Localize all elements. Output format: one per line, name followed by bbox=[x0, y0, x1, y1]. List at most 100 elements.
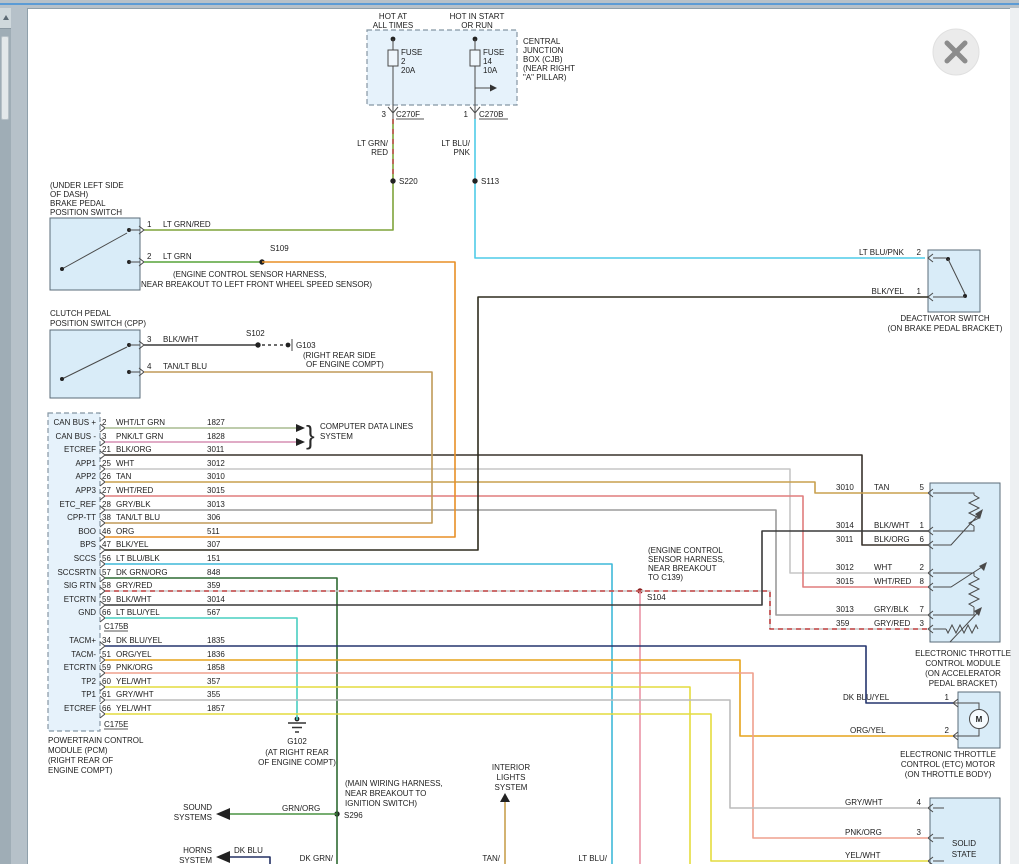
wire-tan-lt-blu bbox=[105, 372, 432, 523]
splice-dot-s102 bbox=[255, 342, 260, 347]
connector-pin: 3 bbox=[382, 110, 387, 119]
pcm-circuit-number: 307 bbox=[207, 540, 221, 549]
wire-dk-blu-yel bbox=[105, 646, 953, 703]
wire-label: PNK/ORG bbox=[845, 828, 882, 837]
splice-label: S102 bbox=[246, 329, 265, 338]
fuse-label: 14 bbox=[483, 57, 492, 66]
offpage-system-label: SYSTEM bbox=[495, 783, 528, 792]
wire-label: ORG/YEL bbox=[850, 726, 886, 735]
harness-note: (MAIN WIRING HARNESS, bbox=[345, 779, 443, 788]
splice-label: S104 bbox=[647, 593, 666, 602]
component-title: POSITION SWITCH (CPP) bbox=[50, 319, 146, 328]
pcm-signal-name: SCCS bbox=[74, 554, 96, 563]
wire-label: LT BLU/PNK bbox=[859, 248, 905, 257]
pcm-circuit-number: 1836 bbox=[207, 650, 225, 659]
scroll-up-button[interactable] bbox=[0, 8, 11, 29]
component-title: (RIGHT REAR OF bbox=[48, 756, 113, 765]
arrow-up-icon bbox=[3, 15, 9, 20]
pcm-wire-color: YEL/WHT bbox=[116, 704, 152, 713]
scrollbar[interactable] bbox=[0, 8, 11, 864]
offpage-system-label: COMPUTER DATA LINES bbox=[320, 422, 413, 431]
pin-number: 1 bbox=[945, 693, 950, 702]
etc-pin-number: 7 bbox=[920, 605, 925, 614]
ground-label: G103 bbox=[296, 341, 316, 350]
component-title: STATE bbox=[952, 850, 977, 859]
wire-wht bbox=[105, 469, 928, 573]
pcm-circuit-number: 306 bbox=[207, 513, 221, 522]
wire-gry-red bbox=[105, 591, 928, 629]
pcm-signal-name: ETCRTN bbox=[64, 663, 97, 672]
pcm-wire-color: ORG/YEL bbox=[116, 650, 152, 659]
pcm-wire-color: DK BLU/YEL bbox=[116, 636, 163, 645]
component-title: BRAKE PEDAL bbox=[50, 199, 106, 208]
harness-note: (ENGINE CONTROL bbox=[648, 546, 723, 555]
pcm-pin-number: 60 bbox=[102, 677, 111, 686]
pcm-wire-color: LT BLU/BLK bbox=[116, 554, 160, 563]
wire-tan bbox=[105, 482, 928, 493]
pcm-wire-color: GRY/WHT bbox=[116, 690, 154, 699]
hot-label: ALL TIMES bbox=[373, 21, 413, 30]
wire-blk-wht bbox=[105, 531, 928, 605]
pcm-wire-color: LT BLU/YEL bbox=[116, 608, 160, 617]
ground-note: (AT RIGHT REAR bbox=[265, 748, 329, 757]
pcm-signal-name: SIG RTN bbox=[64, 581, 97, 590]
scrollbar-thumb[interactable] bbox=[1, 36, 9, 120]
component-title: CONTROL MODULE bbox=[925, 659, 1000, 668]
etc-wire-color: BLK/WHT bbox=[874, 521, 910, 530]
pcm-signal-name: TP2 bbox=[81, 677, 96, 686]
pin-number: 2 bbox=[917, 248, 922, 257]
pcm-wire-color: TAN/LT BLU bbox=[116, 513, 160, 522]
connector-label: C270F bbox=[396, 110, 420, 119]
pcm-wire-color: WHT/LT GRN bbox=[116, 418, 165, 427]
component-title: (UNDER LEFT SIDE bbox=[50, 181, 124, 190]
pcm-pin-number: 59 bbox=[102, 595, 111, 604]
pcm-pin-number: 59 bbox=[102, 663, 111, 672]
brace-icon: } bbox=[306, 420, 315, 450]
offpage-system-label: SYSTEM bbox=[179, 856, 212, 864]
splice-dot-s113 bbox=[472, 178, 477, 183]
offpage-system-label: INTERIOR bbox=[492, 763, 530, 772]
pcm-signal-name: ETCREF bbox=[64, 704, 96, 713]
pin-number: 2 bbox=[945, 726, 950, 735]
component-title: SOLID bbox=[952, 839, 976, 848]
pivot-dot bbox=[60, 267, 64, 271]
wire-label: LT BLU/ bbox=[441, 139, 470, 148]
pcm-signal-name: TACM- bbox=[71, 650, 96, 659]
pcm-signal-name: CAN BUS - bbox=[56, 432, 97, 441]
pivot-dot bbox=[60, 377, 64, 381]
cjb-name: (NEAR RIGHT bbox=[523, 64, 575, 73]
wire-label: BLK/WHT bbox=[163, 335, 199, 344]
offpage-arrow-icon bbox=[296, 438, 305, 446]
pcm-pin-number: 28 bbox=[102, 500, 111, 509]
pcm-circuit-number: 3012 bbox=[207, 459, 225, 468]
wire-blk-yel bbox=[105, 297, 928, 550]
pcm-circuit-number: 1858 bbox=[207, 663, 225, 672]
wire-label: PNK bbox=[454, 148, 471, 157]
wire-label: LT GRN/RED bbox=[163, 220, 211, 229]
pcm-wire-color: GRY/BLK bbox=[116, 500, 151, 509]
splice-label: S220 bbox=[399, 177, 418, 186]
pcm-circuit-number: 357 bbox=[207, 677, 221, 686]
clutch-switch-box bbox=[50, 330, 140, 398]
wire-gry-red-stripe bbox=[105, 591, 928, 629]
component-title: (ON THROTTLE BODY) bbox=[905, 770, 992, 779]
etc-pin-number: 1 bbox=[920, 521, 925, 530]
fuse-14-icon bbox=[470, 50, 480, 66]
pcm-pin-number: 66 bbox=[102, 704, 111, 713]
etc-wire-color: TAN bbox=[874, 483, 890, 492]
pcm-wire-color: BLK/YEL bbox=[116, 540, 149, 549]
pcm-signal-name: GND bbox=[78, 608, 96, 617]
etc-wire-color: GRY/RED bbox=[874, 619, 911, 628]
cjb-name: CENTRAL bbox=[523, 37, 561, 46]
pin-number: 1 bbox=[917, 287, 922, 296]
wire-label: DK GRN/ bbox=[300, 854, 334, 863]
offpage-arrow-icon bbox=[216, 851, 230, 863]
component-title: (ON ACCELERATOR bbox=[925, 669, 1001, 678]
pcm-pin-number: 46 bbox=[102, 527, 111, 536]
pcm-circuit-number: 3015 bbox=[207, 486, 225, 495]
connector-label: C175B bbox=[104, 622, 128, 631]
pcm-wire-color: BLK/ORG bbox=[116, 445, 152, 454]
close-button[interactable] bbox=[933, 29, 979, 75]
pcm-wire-color: GRY/RED bbox=[116, 581, 153, 590]
component-title: CONTROL (ETC) MOTOR bbox=[901, 760, 995, 769]
